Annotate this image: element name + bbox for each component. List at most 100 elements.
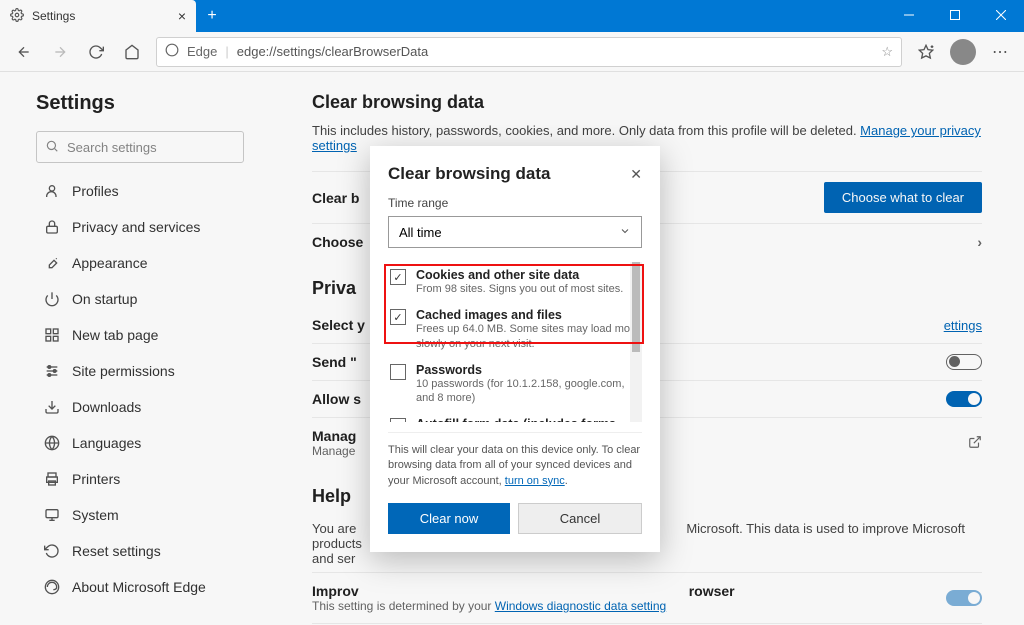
choose-closed-label: Choose [312, 234, 363, 250]
sidebar-item-site-permissions[interactable]: Site permissions [36, 353, 244, 389]
identity-label: Edge [187, 44, 217, 59]
forward-button [44, 36, 76, 68]
allow-sites-toggle[interactable] [946, 391, 982, 407]
edge-icon [165, 43, 179, 60]
manage-certs-label: Manag [312, 428, 356, 444]
item-title: Cookies and other site data [416, 268, 640, 282]
sidebar-item-label: Downloads [72, 399, 141, 415]
person-icon [44, 183, 60, 199]
tracking-settings-link[interactable]: ettings [944, 318, 982, 333]
do-not-track-toggle[interactable] [946, 354, 982, 370]
power-icon [44, 291, 60, 307]
clear-item[interactable]: Cookies and other site dataFrom 98 sites… [388, 262, 642, 302]
profile-avatar[interactable] [950, 39, 976, 65]
search-settings-input[interactable]: Search settings [36, 131, 244, 163]
maximize-button[interactable] [932, 0, 978, 30]
edge-icon [44, 579, 60, 595]
external-link-icon[interactable] [968, 435, 982, 452]
chevron-right-icon[interactable]: › [977, 234, 982, 250]
item-title: Autofill form data (includes forms and c… [416, 417, 640, 422]
manage-certs-sub: Manage [312, 444, 356, 458]
home-button[interactable] [116, 36, 148, 68]
lang-icon [44, 435, 60, 451]
sidebar-item-on-startup[interactable]: On startup [36, 281, 244, 317]
sidebar-item-profiles[interactable]: Profiles [36, 173, 244, 209]
choose-clear-button[interactable]: Choose what to clear [824, 182, 982, 213]
settings-sidebar: Settings Search settings Profiles Privacy… [0, 72, 280, 625]
back-button[interactable] [8, 36, 40, 68]
allow-sites-label: Allow s [312, 391, 361, 407]
new-tab-button[interactable]: + [198, 2, 226, 30]
sidebar-item-printers[interactable]: Printers [36, 461, 244, 497]
browser-tab[interactable]: Settings × [0, 0, 196, 32]
refresh-button[interactable] [80, 36, 112, 68]
sliders-icon [44, 363, 60, 379]
item-title: Passwords [416, 363, 640, 377]
do-not-track-label: Send " [312, 354, 357, 370]
item-title: Cached images and files [416, 308, 640, 322]
download-icon [44, 399, 60, 415]
sidebar-item-label: Appearance [72, 255, 148, 271]
clear-item[interactable]: Autofill form data (includes forms and c… [388, 411, 642, 422]
sidebar-item-new-tab-page[interactable]: New tab page [36, 317, 244, 353]
sidebar-item-label: Printers [72, 471, 120, 487]
menu-button[interactable]: ⋯ [984, 36, 1016, 68]
checkbox[interactable] [390, 309, 406, 325]
tab-close-icon[interactable]: × [178, 8, 186, 24]
checkbox[interactable] [390, 269, 406, 285]
time-range-select[interactable]: All time [388, 216, 642, 248]
minimize-button[interactable] [886, 0, 932, 30]
sidebar-item-label: New tab page [72, 327, 158, 343]
item-subtitle: From 98 sites. Signs you out of most sit… [416, 282, 640, 296]
item-subtitle: Frees up 64.0 MB. Some sites may load mo… [416, 322, 640, 351]
improve-toggle [946, 590, 982, 606]
separator: | [225, 44, 228, 59]
turn-on-sync-link[interactable]: turn on sync [505, 475, 565, 487]
system-icon [44, 507, 60, 523]
clear-data-list[interactable]: Cookies and other site dataFrom 98 sites… [388, 262, 642, 422]
reset-icon [44, 543, 60, 559]
checkbox[interactable] [390, 364, 406, 380]
clear-item[interactable]: Cached images and filesFrees up 64.0 MB.… [388, 302, 642, 357]
sidebar-item-reset-settings[interactable]: Reset settings [36, 533, 244, 569]
sidebar-item-label: Privacy and services [72, 219, 200, 235]
tab-title: Settings [32, 9, 75, 23]
window-titlebar: Settings × + [0, 0, 1024, 32]
clear-now-button[interactable]: Clear now [388, 503, 510, 534]
sidebar-item-label: Languages [72, 435, 141, 451]
diag-link[interactable]: Windows diagnostic data setting [495, 599, 666, 613]
select-tracking-label: Select y [312, 317, 365, 333]
sidebar-item-languages[interactable]: Languages [36, 425, 244, 461]
sidebar-item-privacy-and-services[interactable]: Privacy and services [36, 209, 244, 245]
lock-icon [44, 219, 60, 235]
sidebar-title: Settings [36, 92, 244, 115]
search-icon [45, 139, 59, 156]
modal-close-button[interactable]: ✕ [630, 166, 642, 183]
grid-icon [44, 327, 60, 343]
sidebar-item-system[interactable]: System [36, 497, 244, 533]
favorite-icon[interactable]: ☆ [881, 44, 893, 60]
sidebar-item-downloads[interactable]: Downloads [36, 389, 244, 425]
clear-item[interactable]: Passwords10 passwords (for 10.1.2.158, g… [388, 357, 642, 412]
clear-now-label: Clear b [312, 190, 359, 206]
gear-icon [10, 8, 24, 25]
brush-icon [44, 255, 60, 271]
close-window-button[interactable] [978, 0, 1024, 30]
address-bar[interactable]: Edge | edge://settings/clearBrowserData … [156, 37, 902, 67]
url-text: edge://settings/clearBrowserData [237, 44, 428, 59]
browser-toolbar: Edge | edge://settings/clearBrowserData … [0, 32, 1024, 72]
printer-icon [44, 471, 60, 487]
chevron-down-icon [619, 225, 631, 240]
cancel-button[interactable]: Cancel [518, 503, 642, 534]
sidebar-item-label: System [72, 507, 119, 523]
sidebar-item-appearance[interactable]: Appearance [36, 245, 244, 281]
favorites-button[interactable] [910, 36, 942, 68]
scrollbar-thumb[interactable] [632, 262, 640, 352]
time-range-label: Time range [388, 196, 642, 210]
checkbox[interactable] [390, 418, 406, 422]
sidebar-item-label: Site permissions [72, 363, 175, 379]
modal-footer-text: This will clear your data on this device… [388, 432, 642, 489]
sidebar-item-label: About Microsoft Edge [72, 579, 206, 595]
sidebar-item-about-microsoft-edge[interactable]: About Microsoft Edge [36, 569, 244, 605]
sidebar-item-label: On startup [72, 291, 137, 307]
